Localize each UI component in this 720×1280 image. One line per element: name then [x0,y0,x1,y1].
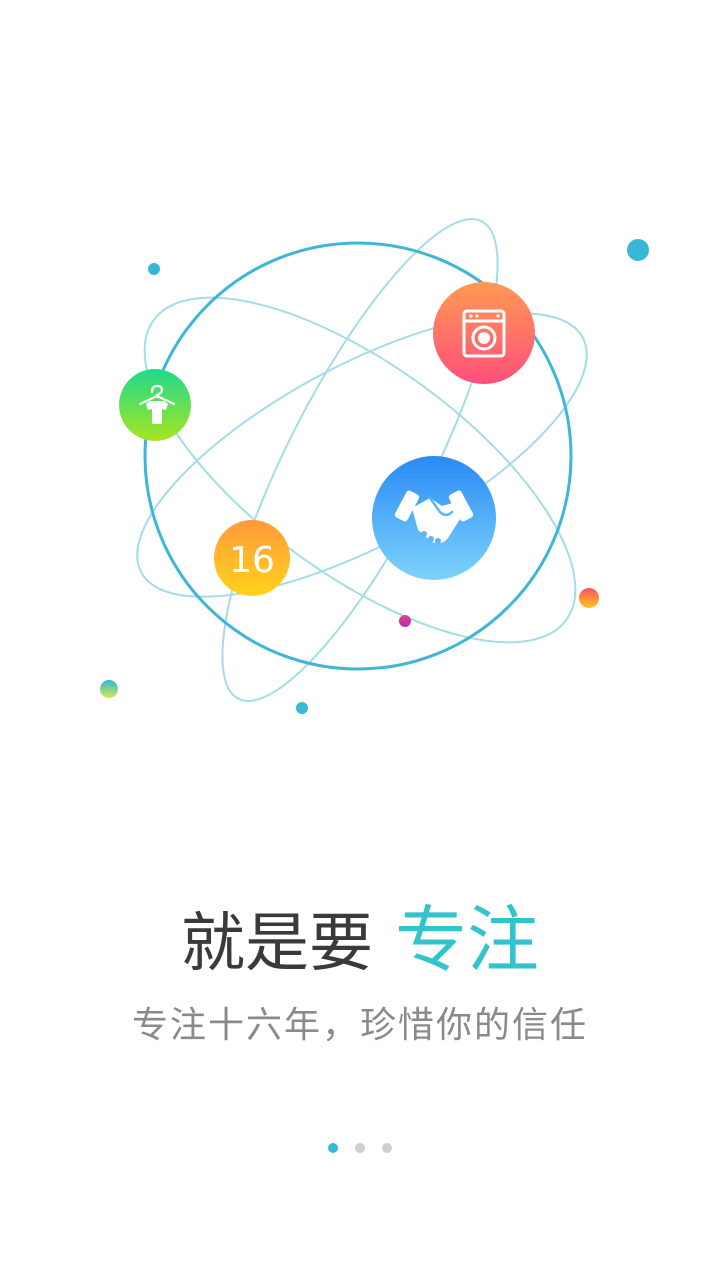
orbit-lines [136,217,588,703]
orbit-dot [100,680,118,698]
page-dot-3[interactable] [382,1143,392,1153]
headline: 就是要 专注 [0,900,720,984]
washing-machine-bubble [433,282,535,384]
hanger-bubble [119,369,191,441]
years-badge: 16 [214,520,290,596]
page-dot-2[interactable] [355,1143,365,1153]
orbit-dot [296,702,308,714]
handshake-bubble [372,456,496,580]
years-badge-number: 16 [229,540,275,581]
headline-accent: 专注 [394,898,539,982]
orbit-dot [148,263,160,275]
orbit-dot [399,615,411,627]
globe-illustration: 16 [100,217,649,714]
subtitle: 专注十六年，珍惜你的信任 [131,1005,588,1046]
page-dot-1[interactable] [328,1143,338,1153]
headline-lead: 就是要 [180,907,373,981]
page-indicator [0,1143,720,1153]
orbit-dot [627,239,649,261]
orbit-dot [579,588,599,608]
onboarding-screen[interactable]: 16 就是要 专注 专注十六年，珍惜你的信任 [0,0,720,1280]
